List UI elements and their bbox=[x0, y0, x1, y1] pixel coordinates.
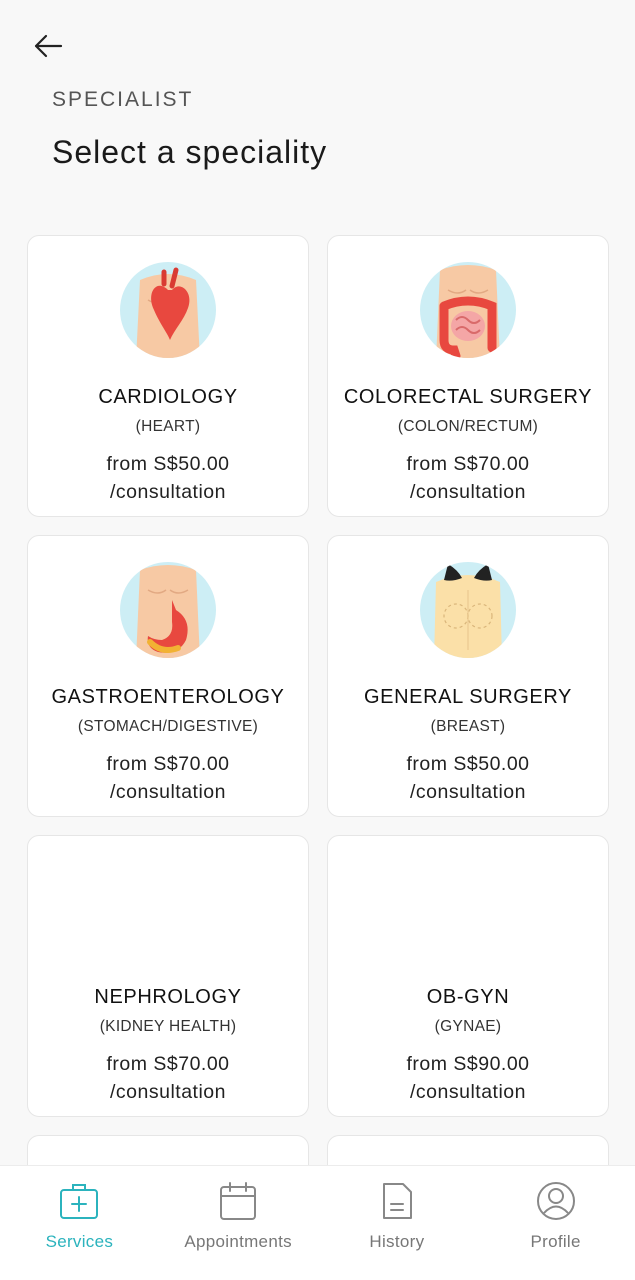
speciality-price: from S$50.00 /consultation bbox=[28, 450, 308, 506]
speciality-subtitle: (BREAST) bbox=[430, 718, 506, 735]
price-value: from S$70.00 bbox=[106, 1053, 230, 1075]
price-unit: /consultation bbox=[110, 1081, 226, 1103]
speciality-card-cardiology[interactable]: CARDIOLOGY (HEART) from S$50.00 /consult… bbox=[27, 235, 309, 517]
price-unit: /consultation bbox=[410, 1081, 526, 1103]
calendar-icon bbox=[220, 1182, 257, 1220]
price-unit: /consultation bbox=[410, 481, 526, 503]
speciality-card-nephrology[interactable]: NEPHROLOGY (KIDNEY HEALTH) from S$70.00 … bbox=[27, 835, 309, 1117]
back-button[interactable] bbox=[30, 28, 66, 64]
speciality-card-gastroenterology[interactable]: GASTROENTEROLOGY (STOMACH/DIGESTIVE) fro… bbox=[27, 535, 309, 817]
speciality-grid: CARDIOLOGY (HEART) from S$50.00 /consult… bbox=[27, 235, 609, 1175]
speciality-card-ob-gyn[interactable]: OB-GYN (GYNAE) from S$90.00 /consultatio… bbox=[327, 835, 609, 1117]
price-unit: /consultation bbox=[110, 481, 226, 503]
tab-services[interactable]: Services bbox=[0, 1166, 159, 1280]
speciality-card-general-surgery[interactable]: GENERAL SURGERY (BREAST) from S$50.00 /c… bbox=[327, 535, 609, 817]
price-value: from S$50.00 bbox=[106, 453, 230, 475]
speciality-subtitle: (GYNAE) bbox=[434, 1018, 502, 1035]
speciality-name: GASTROENTEROLOGY bbox=[51, 686, 285, 708]
speciality-name: CARDIOLOGY bbox=[98, 386, 238, 408]
speciality-price: from S$70.00 /consultation bbox=[328, 450, 608, 506]
price-value: from S$50.00 bbox=[406, 753, 530, 775]
bottom-tab-bar: Services Appointments History Profile bbox=[0, 1165, 635, 1280]
speciality-name: GENERAL SURGERY bbox=[364, 686, 572, 708]
page-title: Select a speciality bbox=[52, 134, 328, 170]
price-unit: /consultation bbox=[110, 781, 226, 803]
tab-history[interactable]: History bbox=[318, 1166, 477, 1280]
tab-label: History bbox=[369, 1232, 425, 1251]
stomach-icon bbox=[120, 562, 216, 658]
arrow-left-icon bbox=[34, 34, 63, 58]
speciality-subtitle: (HEART) bbox=[135, 418, 201, 435]
speciality-name: COLORECTAL SURGERY bbox=[343, 386, 593, 408]
document-icon bbox=[382, 1183, 412, 1219]
tab-label: Profile bbox=[530, 1232, 581, 1251]
speciality-name: OB-GYN bbox=[426, 986, 510, 1008]
price-value: from S$90.00 bbox=[406, 1053, 530, 1075]
speciality-price: from S$70.00 /consultation bbox=[28, 1050, 308, 1106]
speciality-subtitle: (STOMACH/DIGESTIVE) bbox=[77, 718, 259, 735]
speciality-card-colorectal-surgery[interactable]: COLORECTAL SURGERY (COLON/RECTUM) from S… bbox=[327, 235, 609, 517]
user-icon bbox=[536, 1182, 575, 1220]
speciality-subtitle: (COLON/RECTUM) bbox=[397, 418, 539, 435]
tab-label: Services bbox=[45, 1232, 114, 1251]
price-value: from S$70.00 bbox=[406, 453, 530, 475]
price-value: from S$70.00 bbox=[106, 753, 230, 775]
heart-icon bbox=[120, 262, 216, 358]
tab-appointments[interactable]: Appointments bbox=[159, 1166, 318, 1280]
tab-label: Appointments bbox=[184, 1232, 292, 1251]
speciality-name: NEPHROLOGY bbox=[94, 986, 242, 1008]
speciality-price: from S$70.00 /consultation bbox=[28, 750, 308, 806]
page-eyebrow: SPECIALIST bbox=[52, 88, 194, 111]
speciality-price: from S$50.00 /consultation bbox=[328, 750, 608, 806]
tab-profile[interactable]: Profile bbox=[476, 1166, 635, 1280]
breast-icon bbox=[420, 562, 516, 658]
price-unit: /consultation bbox=[410, 781, 526, 803]
colon-icon bbox=[420, 262, 516, 358]
medical-bag-icon bbox=[60, 1184, 99, 1219]
speciality-price: from S$90.00 /consultation bbox=[328, 1050, 608, 1106]
speciality-subtitle: (KIDNEY HEALTH) bbox=[99, 1018, 237, 1035]
